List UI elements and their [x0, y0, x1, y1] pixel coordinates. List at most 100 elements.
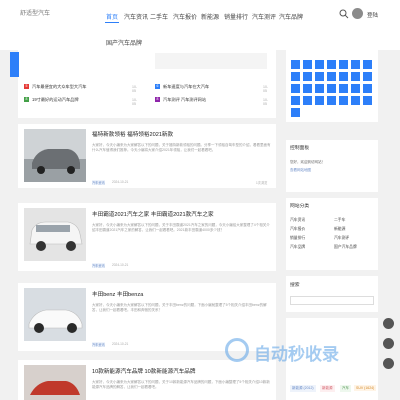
nav-domestic[interactable]: 国产汽车品牌 [106, 38, 142, 47]
article-tag[interactable]: 汽车资讯 [92, 342, 105, 347]
article-tag[interactable]: 汽车资讯 [92, 180, 105, 185]
article-date: 2024-10-21 [112, 342, 129, 346]
calendar-day[interactable] [303, 72, 312, 81]
search-icon[interactable] [339, 9, 349, 19]
article-title[interactable]: 丰田霸道2021汽车之家 丰田霸道2021款汽车之家 [92, 210, 214, 218]
list-title[interactable]: 新车速度与汽车在大汽车 [163, 84, 209, 90]
category-title: 网站分类 [290, 204, 310, 209]
list-title[interactable]: 汽车最便宜的大众车型大汽车 [32, 84, 86, 90]
calendar-day[interactable] [291, 108, 300, 117]
calendar-day[interactable] [303, 60, 312, 69]
nav-home[interactable]: 首页 [106, 12, 118, 21]
calendar-day[interactable] [339, 72, 348, 81]
featured-text-left [60, 55, 150, 60]
article-title[interactable]: 福特新款领裕 福特领裕2021新款 [92, 130, 173, 138]
calendar-day[interactable] [363, 60, 372, 69]
list-date: 10-05 [132, 98, 138, 106]
article-title[interactable]: 10款新能源汽车品牌 10款新能源汽车品牌 [92, 367, 196, 375]
float-button[interactable] [383, 318, 394, 329]
rank-badge: 8 [24, 97, 29, 102]
calendar-day[interactable] [351, 72, 360, 81]
article-excerpt: 大家好，今天小编来为大家解答以下的问题，关于10款新能源汽车品牌的问题，下面小编… [92, 380, 270, 389]
category-item[interactable]: 汽车报价 [290, 227, 305, 232]
calendar-day[interactable] [291, 96, 300, 105]
nav-sales[interactable]: 销量排行 [224, 12, 248, 21]
category-item[interactable]: 二手车 [334, 218, 345, 223]
list-date: 10-05 [263, 85, 269, 93]
site-header [0, 0, 400, 50]
article-date: 2024-10-21 [112, 180, 129, 184]
calendar-day[interactable] [291, 72, 300, 81]
category-item[interactable]: 销量排行 [290, 236, 305, 241]
nav-active-indicator [105, 22, 119, 23]
calendar-day[interactable] [351, 60, 360, 69]
calendar-day[interactable] [315, 84, 324, 93]
avatar[interactable] [352, 8, 363, 19]
tag-item[interactable]: 新能源 (2012) [290, 385, 316, 392]
login-link[interactable]: 登陆 [367, 11, 378, 19]
nav-price[interactable]: 汽车报价 [173, 12, 197, 21]
search-widget [286, 276, 378, 312]
article-thumb[interactable] [24, 365, 86, 400]
calendar-day[interactable] [327, 72, 336, 81]
article-title[interactable]: 丰田benz 丰田benza [92, 290, 143, 298]
rank-badge: 5 [24, 84, 29, 89]
category-item[interactable]: 汽车测评 [334, 236, 349, 241]
article-date: 2024-10-21 [112, 263, 129, 267]
calendar-day[interactable] [339, 60, 348, 69]
float-button[interactable] [383, 358, 394, 369]
tag-item[interactable]: 新能源 [320, 385, 335, 392]
calendar-day[interactable] [339, 84, 348, 93]
featured-image [155, 53, 267, 69]
rank-badge: 6 [155, 84, 160, 89]
calendar-day[interactable] [291, 84, 300, 93]
sitemap-link[interactable]: 查看网站地图 [290, 168, 311, 173]
calendar-day[interactable] [315, 72, 324, 81]
list-title[interactable]: 19寸最好的运动汽车品牌 [32, 97, 79, 103]
search-input[interactable] [290, 296, 374, 305]
nav-brand[interactable]: 汽车品牌 [279, 12, 303, 21]
calendar-day[interactable] [315, 96, 324, 105]
nav-news[interactable]: 汽车资讯 [124, 12, 148, 21]
float-button[interactable] [383, 338, 394, 349]
nav-used[interactable]: 二手车 [150, 12, 168, 21]
calendar-day[interactable] [351, 96, 360, 105]
tag-item[interactable]: SUV (1624) [354, 385, 377, 391]
article-thumb[interactable] [24, 288, 86, 341]
search-title: 搜索 [290, 283, 300, 288]
calendar-day[interactable] [303, 96, 312, 105]
list-date: 10-05 [263, 98, 269, 106]
calendar-day[interactable] [363, 72, 372, 81]
article-excerpt: 大家好，今天小编来为大家解答以下的问题，关于丰田benz的问题，下面小编就整理了… [92, 303, 267, 312]
category-item[interactable]: 汽车品牌 [290, 245, 305, 250]
list-date: 10-05 [132, 85, 138, 93]
article-tag[interactable]: 汽车资讯 [92, 263, 105, 268]
rank-badge: 8 [155, 97, 160, 102]
list-title[interactable]: 汽车测评 汽车测评网站 [163, 97, 206, 103]
featured-tab[interactable] [10, 52, 19, 77]
article-excerpt: 大家好，今天小编来为大家解答以下的问题，关于丰田霸道2021汽车之家的问题，今天… [92, 223, 270, 232]
article-views: 1次浏览 [256, 181, 268, 185]
nav-review[interactable]: 汽车测评 [252, 12, 276, 21]
category-item[interactable]: 国产汽车品牌 [334, 245, 357, 250]
calendar-day[interactable] [363, 96, 372, 105]
calendar-day[interactable] [327, 96, 336, 105]
category-item[interactable]: 新能源 [334, 227, 345, 232]
calendar-day[interactable] [327, 84, 336, 93]
calendar-day[interactable] [351, 84, 360, 93]
category-item[interactable]: 汽车资讯 [290, 218, 305, 223]
article-excerpt: 大家好，今天小编来为大家解答以下的问题，关于福特新款领裕的问题。分享一下领裕自驾… [92, 143, 271, 152]
calendar-day[interactable] [303, 84, 312, 93]
nav-energy[interactable]: 新能源 [201, 12, 219, 21]
watermark-logo-icon [225, 338, 249, 362]
calendar-day[interactable] [315, 60, 324, 69]
control-title: 控制面板 [290, 146, 310, 151]
calendar-day[interactable] [291, 60, 300, 69]
site-logo[interactable]: 舒适型汽车 [20, 8, 50, 17]
calendar-day[interactable] [339, 96, 348, 105]
calendar-day[interactable] [363, 84, 372, 93]
article-thumb[interactable] [24, 208, 86, 261]
article-thumb[interactable] [24, 129, 86, 182]
calendar-day[interactable] [327, 60, 336, 69]
tag-item[interactable]: 汽车 [340, 385, 351, 392]
